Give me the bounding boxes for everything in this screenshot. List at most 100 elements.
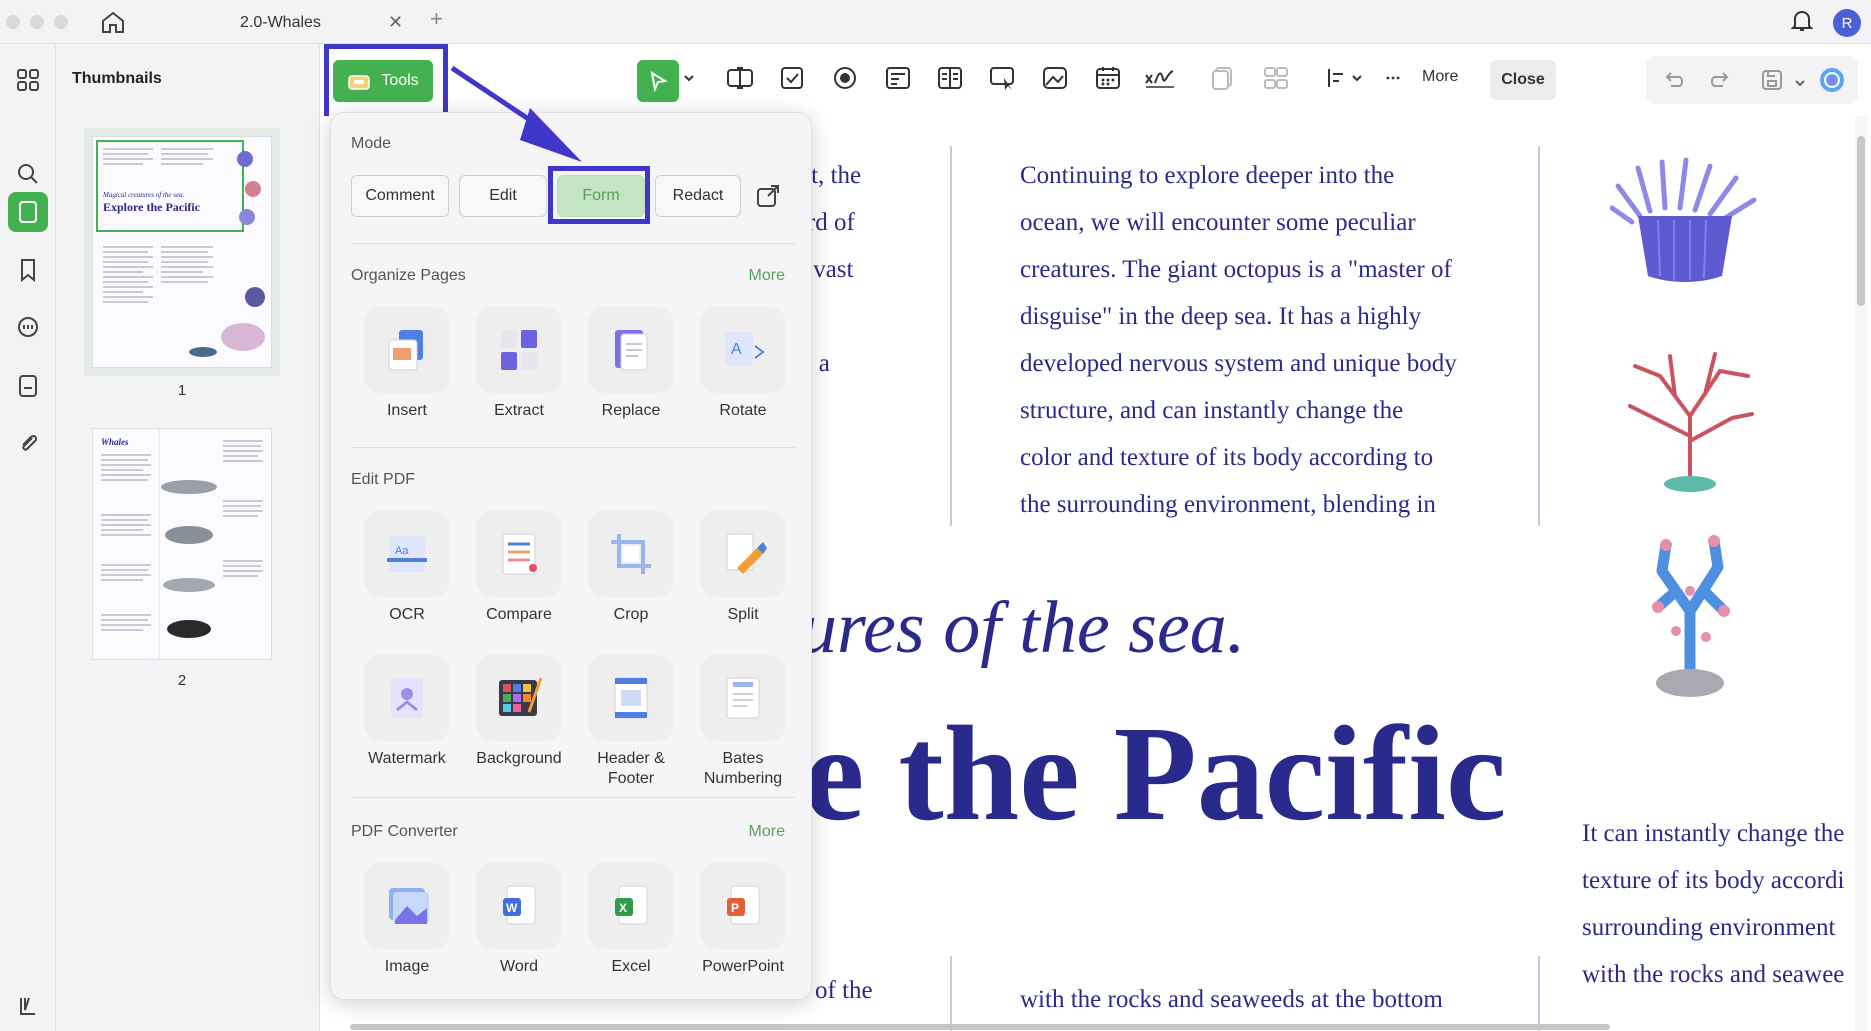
- tool-replace[interactable]: Replace: [575, 307, 687, 421]
- icon-rail: [0, 44, 56, 1031]
- open-external-icon[interactable]: [755, 183, 781, 214]
- home-button[interactable]: [98, 8, 128, 36]
- bottom-left-text: of the: [815, 977, 873, 1004]
- form-mode-highlight-box: [548, 166, 650, 224]
- tool-insert[interactable]: Insert: [351, 307, 463, 421]
- rail-search-button[interactable]: [8, 154, 48, 194]
- pdf-converter-title: PDF Converter: [351, 823, 458, 840]
- align-dropdown-icon[interactable]: [1322, 60, 1368, 96]
- column-divider: [950, 956, 952, 1031]
- section-divider: [351, 797, 795, 798]
- notification-bell-icon[interactable]: [1790, 8, 1814, 39]
- tool-convert-powerpoint[interactable]: P PowerPoint: [687, 863, 799, 977]
- sea-anemone-illustration: [1610, 157, 1757, 282]
- organize-more-link[interactable]: More: [749, 267, 785, 285]
- converter-more-link[interactable]: More: [749, 823, 785, 841]
- svg-text:Magical creatures of the sea.: Magical creatures of the sea.: [102, 191, 185, 199]
- tool-compare[interactable]: Compare: [463, 511, 575, 625]
- grid-icon: [17, 69, 39, 91]
- tool-rotate[interactable]: A Rotate: [687, 307, 799, 421]
- mode-redact-button[interactable]: Redact: [655, 175, 741, 217]
- blue-coral-illustration: [1652, 535, 1730, 697]
- rail-attachment-button[interactable]: [8, 424, 48, 464]
- page-thumbnail-1[interactable]: Magical creatures of the sea. Explore th…: [84, 128, 280, 376]
- new-tab-icon[interactable]: +: [430, 6, 443, 32]
- tools-button[interactable]: Tools: [333, 60, 433, 102]
- tool-split[interactable]: Split: [687, 511, 799, 625]
- date-field-tool-icon[interactable]: [1090, 60, 1126, 96]
- close-form-mode-button[interactable]: Close: [1490, 60, 1556, 100]
- split-icon: [726, 533, 767, 574]
- page-number-1: 1: [177, 382, 187, 399]
- section-divider: [351, 243, 795, 244]
- page-number-2: 2: [177, 672, 187, 689]
- tool-extract[interactable]: Extract: [463, 307, 575, 421]
- copy-fields-icon[interactable]: [1204, 60, 1240, 96]
- tool-convert-word[interactable]: W Word: [463, 863, 575, 977]
- insert-pages-icon: [388, 330, 423, 371]
- header-footer-icon: [614, 677, 648, 719]
- more-dots-icon[interactable]: [1386, 60, 1400, 96]
- more-button[interactable]: More: [1422, 68, 1458, 86]
- save-icon[interactable]: [1760, 68, 1784, 97]
- ai-assistant-icon[interactable]: [1818, 66, 1846, 99]
- image-field-tool-icon[interactable]: [1037, 60, 1073, 96]
- tool-convert-image[interactable]: Image: [351, 863, 463, 977]
- rail-library-button[interactable]: [8, 986, 48, 1026]
- tools-label: Tools: [381, 72, 419, 89]
- combo-box-tool-icon[interactable]: [880, 60, 916, 96]
- rotate-pages-icon: A: [725, 332, 765, 366]
- tab-close-icon[interactable]: ✕: [388, 12, 403, 33]
- tool-background[interactable]: Background: [463, 655, 575, 769]
- subtitle-large: ures of the sea.: [800, 587, 1246, 669]
- column-divider: [1538, 956, 1540, 1031]
- tool-crop[interactable]: Crop: [575, 511, 687, 625]
- compare-icon: [502, 533, 537, 575]
- grid-fields-icon[interactable]: [1258, 60, 1294, 96]
- svg-text:Explore the Pacific: Explore the Pacific: [103, 200, 201, 214]
- page-thumbnail-2[interactable]: Whales: [92, 428, 272, 660]
- redo-icon[interactable]: [1708, 68, 1732, 97]
- tool-convert-excel[interactable]: X Excel: [575, 863, 687, 977]
- title-large: e the Pacific: [804, 699, 1507, 849]
- horizontal-scrollbar[interactable]: [350, 1024, 1610, 1030]
- search-icon: [18, 164, 38, 184]
- replace-pages-icon: [615, 330, 648, 371]
- tool-watermark[interactable]: Watermark: [351, 655, 463, 769]
- document-tab[interactable]: 2.0-Whales ✕: [180, 4, 420, 40]
- thumbnails-panel: Thumbnails Magical creatures of the sea.…: [56, 44, 320, 1031]
- select-tool-button[interactable]: [637, 60, 679, 102]
- mode-comment-button[interactable]: Comment: [351, 175, 449, 217]
- column-divider: [950, 146, 952, 526]
- rail-grid-button[interactable]: [8, 60, 48, 100]
- radio-button-tool-icon[interactable]: [827, 60, 863, 96]
- rail-thumbnails-button[interactable]: [8, 192, 48, 232]
- rail-pages-button[interactable]: [8, 366, 48, 406]
- tab-title: 2.0-Whales: [240, 14, 321, 31]
- tool-bates-numbering[interactable]: Bates Numbering: [687, 655, 799, 789]
- checkbox-tool-icon[interactable]: [774, 60, 810, 96]
- right-column-text: It can instantly change the texture of i…: [1582, 820, 1845, 988]
- list-box-tool-icon[interactable]: [932, 60, 968, 96]
- bates-numbering-icon: [726, 677, 760, 719]
- window-zoom-dot[interactable]: [54, 15, 68, 29]
- home-icon: [102, 11, 124, 33]
- tool-ocr[interactable]: Aa OCR: [351, 511, 463, 625]
- rail-comments-button[interactable]: [8, 308, 48, 348]
- watermark-icon: [391, 678, 423, 718]
- signature-tool-icon[interactable]: [1142, 60, 1178, 96]
- undo-icon[interactable]: [1662, 68, 1686, 97]
- select-dropdown-chevron-icon[interactable]: [680, 60, 698, 96]
- tool-header-footer[interactable]: Header & Footer: [575, 655, 687, 789]
- mode-edit-button[interactable]: Edit: [459, 175, 547, 217]
- user-avatar[interactable]: R: [1833, 9, 1861, 37]
- button-tool-icon[interactable]: [985, 60, 1021, 96]
- text-field-tool-icon[interactable]: [722, 60, 758, 96]
- vertical-scroll-thumb[interactable]: [1857, 136, 1865, 306]
- window-minimize-dot[interactable]: [30, 15, 44, 29]
- window-close-dot[interactable]: [6, 15, 20, 29]
- rail-bookmark-button[interactable]: [8, 250, 48, 290]
- image-file-icon: [389, 888, 429, 924]
- vertical-scrollbar[interactable]: [1855, 116, 1867, 1031]
- save-dropdown-chevron-icon[interactable]: [1794, 74, 1806, 92]
